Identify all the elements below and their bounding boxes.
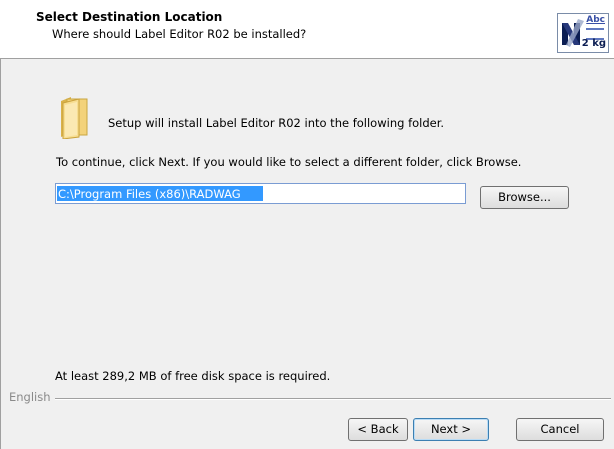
window-left-border	[0, 58, 1, 449]
destination-path-input[interactable]	[55, 183, 466, 204]
intro-text: Setup will install Label Editor R02 into…	[108, 116, 445, 130]
footer-separator	[55, 398, 611, 400]
browse-button[interactable]: Browse...	[480, 186, 569, 209]
instructions-text: To continue, click Next. If you would li…	[56, 155, 522, 169]
logo-abc-text: Abc	[586, 15, 605, 25]
page-subtitle: Where should Label Editor R02 be install…	[52, 27, 307, 41]
back-button[interactable]: < Back	[348, 418, 408, 441]
folder-icon	[57, 95, 93, 140]
logo-weight-text: 2 kg	[581, 38, 606, 49]
cancel-button[interactable]: Cancel	[516, 418, 604, 441]
language-label: English	[9, 390, 51, 404]
wizard-header: Select Destination Location Where should…	[0, 0, 614, 59]
disk-space-text: At least 289,2 MB of free disk space is …	[55, 369, 331, 383]
label-editor-logo-icon: Abc 2 kg	[557, 13, 609, 53]
page-title: Select Destination Location	[36, 10, 223, 24]
next-button[interactable]: Next >	[413, 418, 489, 441]
